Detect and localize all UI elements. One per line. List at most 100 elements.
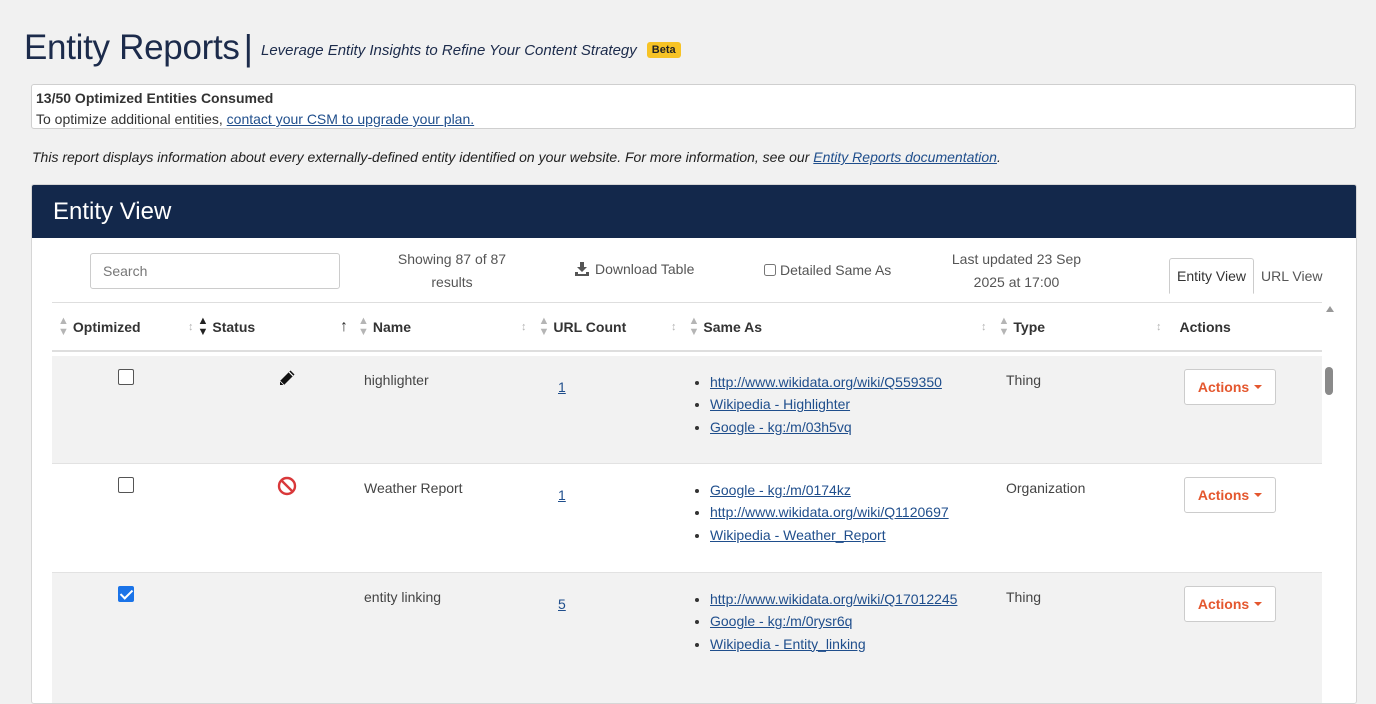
- tab-entity-view[interactable]: Entity View: [1169, 258, 1254, 294]
- download-icon: [575, 262, 589, 276]
- actions-dropdown-button[interactable]: Actions: [1184, 586, 1276, 622]
- same-as-link[interactable]: Google - kg:/m/0rysr6q: [710, 613, 852, 629]
- usage-line: To optimize additional entities, contact…: [36, 108, 1355, 130]
- panel-title: Entity View: [53, 197, 172, 225]
- entity-name: Weather Report: [364, 480, 463, 496]
- sort-icon: ▲ ▼: [688, 315, 700, 338]
- pencil-icon[interactable]: [277, 368, 297, 388]
- report-description: This report displays information about e…: [32, 149, 1001, 165]
- download-label: Download Table: [595, 261, 695, 277]
- detailed-same-as-checkbox[interactable]: [764, 264, 776, 276]
- same-as-link[interactable]: Wikipedia - Highlighter: [710, 396, 850, 412]
- actions-dropdown-button[interactable]: Actions: [1184, 477, 1276, 513]
- entity-type: Thing: [1006, 589, 1042, 605]
- same-as-link[interactable]: http://www.wikidata.org/wiki/Q1120697: [710, 504, 949, 520]
- list-item: Wikipedia - Weather_Report: [710, 524, 949, 546]
- sort-icon: ▲ ▼: [58, 315, 69, 338]
- optimized-checkbox[interactable]: [118, 477, 134, 493]
- sort-icon: ▲ ▼: [538, 315, 550, 338]
- results-count-line2: results: [431, 274, 473, 290]
- sort-icon: ↕: [188, 320, 194, 333]
- last-updated-line2: 2025 at 17:00: [973, 274, 1060, 290]
- results-count: Showing 87 of 87 results: [387, 248, 517, 294]
- download-table-button[interactable]: Download Table: [575, 261, 694, 277]
- view-tabs: Entity View URL View: [1169, 258, 1329, 294]
- column-status[interactable]: ↕ ▲ ▼ Status: [188, 303, 255, 351]
- detailed-same-as-label: Detailed Same As: [780, 262, 892, 278]
- entity-type: Organization: [1006, 480, 1086, 496]
- usage-title: 13/50 Optimized Entities Consumed: [36, 90, 274, 106]
- column-name[interactable]: ↑ ▲ ▼ Name: [340, 303, 411, 351]
- sort-icon: ↕: [521, 320, 527, 333]
- list-item: http://www.wikidata.org/wiki/Q1120697: [710, 501, 949, 523]
- sort-icon: ▲ ▼: [998, 315, 1010, 338]
- beta-badge: Beta: [646, 42, 681, 58]
- last-updated: Last updated 23 Sep 2025 at 17:00: [944, 248, 1089, 294]
- column-url-count-label: URL Count: [553, 319, 627, 335]
- page-header: Entity Reports | Leverage Entity Insight…: [24, 26, 681, 70]
- entity-name: entity linking: [364, 589, 442, 605]
- upgrade-plan-link[interactable]: contact your CSM to upgrade your plan.: [227, 111, 474, 127]
- actions-dropdown-button[interactable]: Actions: [1184, 369, 1276, 405]
- column-type-label: Type: [1013, 319, 1046, 335]
- list-item: http://www.wikidata.org/wiki/Q17012245: [710, 588, 957, 610]
- column-same-as[interactable]: ↕ ▲ ▼ Same As: [671, 303, 762, 351]
- column-name-label: Name: [372, 319, 412, 335]
- table-row: Weather Report 1 Google - kg:/m/0174kz h…: [52, 464, 1322, 573]
- column-actions-label: Actions: [1179, 319, 1231, 335]
- usage-notice: 13/50 Optimized Entities Consumed To opt…: [31, 84, 1356, 129]
- caret-down-icon: [1254, 493, 1263, 497]
- tab-url-view[interactable]: URL View: [1254, 258, 1329, 294]
- sort-icon: ▲ ▼: [358, 315, 369, 338]
- page-subtitle: Leverage Entity Insights to Refine Your …: [260, 41, 637, 59]
- description-end: .: [996, 149, 1001, 165]
- description-text: This report displays information about e…: [32, 149, 814, 165]
- panel-header: Entity View: [32, 185, 1356, 238]
- blocked-icon: [277, 476, 297, 496]
- same-as-link[interactable]: Wikipedia - Weather_Report: [710, 527, 886, 543]
- sort-asc-icon: ↑: [340, 318, 348, 335]
- table-row: entity linking 5 http://www.wikidata.org…: [52, 573, 1322, 703]
- caret-down-icon: [1254, 385, 1263, 389]
- search-input[interactable]: [90, 253, 340, 289]
- url-count-link[interactable]: 1: [558, 487, 566, 503]
- same-as-link[interactable]: http://www.wikidata.org/wiki/Q559350: [710, 374, 942, 390]
- actions-label: Actions: [1197, 379, 1250, 395]
- scroll-up-arrow-icon[interactable]: [1326, 306, 1334, 312]
- results-count-line1: Showing 87 of 87: [397, 251, 507, 267]
- list-item: Google - kg:/m/03h5vq: [710, 416, 942, 438]
- column-actions: ↕ Actions: [1156, 303, 1231, 351]
- sort-icon: ↕: [981, 320, 987, 333]
- documentation-link[interactable]: Entity Reports documentation: [813, 149, 997, 165]
- detailed-same-as-toggle[interactable]: Detailed Same As: [764, 262, 891, 278]
- same-as-list: http://www.wikidata.org/wiki/Q559350 Wik…: [692, 371, 942, 438]
- table-scrollbar[interactable]: [1323, 302, 1337, 703]
- column-url-count[interactable]: ↕ ▲ ▼ URL Count: [521, 303, 626, 351]
- same-as-link[interactable]: http://www.wikidata.org/wiki/Q17012245: [710, 591, 957, 607]
- table-row: highlighter 1 http://www.wikidata.org/wi…: [52, 356, 1322, 464]
- list-item: Wikipedia - Highlighter: [710, 393, 942, 415]
- column-optimized[interactable]: ▲ ▼ Optimized: [58, 303, 141, 351]
- page-title: Entity Reports: [24, 28, 240, 67]
- list-item: Google - kg:/m/0174kz: [710, 479, 949, 501]
- url-count-link[interactable]: 5: [558, 596, 566, 612]
- scrollbar-thumb[interactable]: [1325, 367, 1333, 395]
- optimized-checkbox[interactable]: [118, 369, 134, 385]
- column-optimized-label: Optimized: [72, 319, 141, 335]
- usage-text: To optimize additional entities,: [36, 111, 227, 127]
- actions-label: Actions: [1197, 596, 1250, 612]
- sort-desc-icon: ▲ ▼: [197, 315, 209, 338]
- entity-type: Thing: [1006, 372, 1042, 388]
- last-updated-line1: Last updated 23 Sep: [951, 251, 1082, 267]
- same-as-link[interactable]: Google - kg:/m/03h5vq: [710, 419, 852, 435]
- sort-icon: ↕: [1156, 320, 1162, 333]
- same-as-link[interactable]: Google - kg:/m/0174kz: [710, 482, 851, 498]
- column-same-as-label: Same As: [703, 319, 763, 335]
- table-body: highlighter 1 http://www.wikidata.org/wi…: [52, 356, 1322, 703]
- url-count-link[interactable]: 1: [558, 379, 566, 395]
- optimized-checkbox[interactable]: [118, 586, 134, 602]
- actions-label: Actions: [1197, 487, 1250, 503]
- column-type[interactable]: ↕ ▲ ▼ Type: [981, 303, 1045, 351]
- same-as-link[interactable]: Wikipedia - Entity_linking: [710, 636, 866, 652]
- entity-name: highlighter: [364, 372, 429, 388]
